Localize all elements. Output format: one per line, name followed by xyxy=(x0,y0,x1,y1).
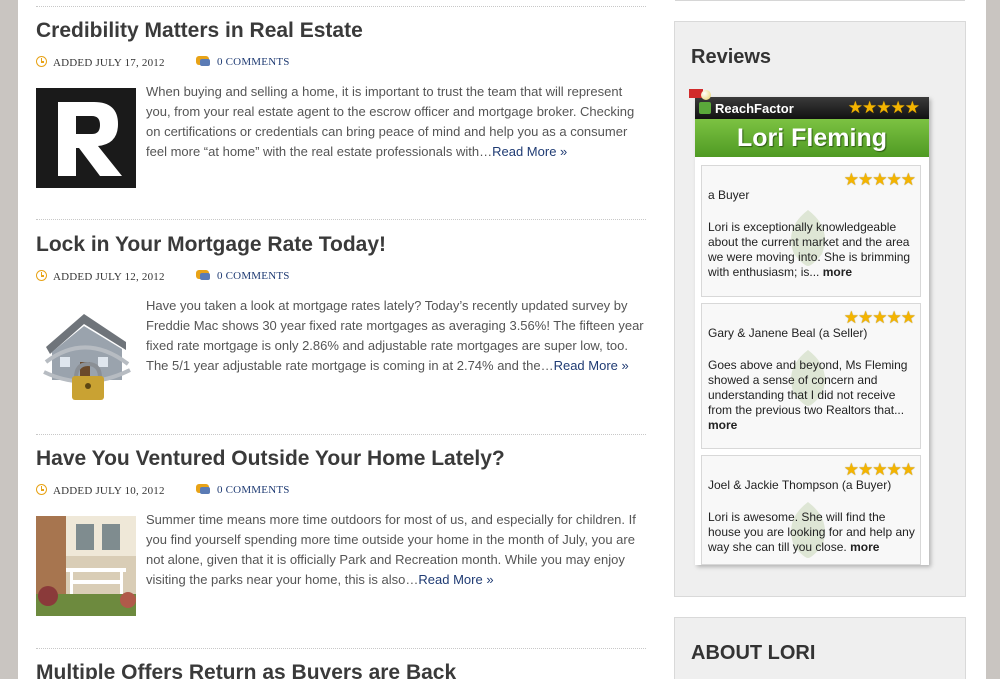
post-date: ADDED JULY 12, 2012 xyxy=(53,271,165,283)
review-text-body: Goes above and beyond, Ms Fleming showed… xyxy=(708,358,908,417)
comments-link[interactable]: 0 COMMENTS xyxy=(217,484,290,496)
comments-link[interactable]: 0 COMMENTS xyxy=(217,56,290,68)
post-meta: ADDED JULY 17, 2012 0 COMMENTS xyxy=(36,56,289,69)
reachfactor-logo-icon xyxy=(699,102,711,114)
review-text: Lori is exceptionally knowledgeable abou… xyxy=(708,220,916,280)
review-item: ★★★★★ Gary & Janene Beal (a Seller) Goes… xyxy=(701,303,921,449)
comment-bubble-icon xyxy=(196,484,210,494)
comment-bubble-icon xyxy=(196,56,210,66)
review-more-link[interactable]: more xyxy=(823,265,852,279)
comments-link[interactable]: 0 COMMENTS xyxy=(217,270,290,282)
review-text: Lori is awesome. She will find the house… xyxy=(708,510,916,555)
read-more-link[interactable]: Read More » xyxy=(492,144,567,159)
about-widget: ABOUT LORI xyxy=(674,617,966,679)
post-date: ADDED JULY 10, 2012 xyxy=(53,485,165,497)
post-separator xyxy=(36,648,646,649)
reachfactor-header: ReachFactor ★★★★★ xyxy=(695,97,929,119)
star-icon: ★★★★★ xyxy=(843,460,916,479)
widget-title: ABOUT LORI xyxy=(691,642,816,664)
clock-icon xyxy=(36,484,47,495)
post-title-link[interactable]: Lock in Your Mortgage Rate Today! xyxy=(36,232,646,258)
flag-ball-icon xyxy=(701,90,711,100)
blog-post: Have You Ventured Outside Your Home Late… xyxy=(36,446,646,616)
post-excerpt-text: Summer time means more time outdoors for… xyxy=(146,512,636,587)
post-excerpt: When buying and selling a home, it is im… xyxy=(146,82,646,162)
blog-post: Multiple Offers Return as Buyers are Bac… xyxy=(36,660,646,679)
reviews-widget: Reviews ReachFactor ★★★★★ Lori Fleming ★… xyxy=(674,21,966,597)
review-text-body: Lori is awesome. She will find the house… xyxy=(708,510,915,554)
post-meta: ADDED JULY 10, 2012 0 COMMENTS xyxy=(36,484,289,497)
post-title-link[interactable]: Have You Ventured Outside Your Home Late… xyxy=(36,446,646,472)
post-thumbnail-porch[interactable] xyxy=(36,516,136,616)
clock-icon xyxy=(36,56,47,67)
review-author: Joel & Jackie Thompson (a Buyer) xyxy=(708,478,892,492)
read-more-link[interactable]: Read More » xyxy=(418,572,493,587)
review-author: Gary & Janene Beal (a Seller) xyxy=(708,326,868,340)
star-icon: ★★★★★ xyxy=(847,98,920,117)
page-container: Credibility Matters in Real Estate ADDED… xyxy=(18,0,986,679)
post-title-link[interactable]: Credibility Matters in Real Estate xyxy=(36,18,646,44)
star-icon: ★★★★★ xyxy=(843,170,916,189)
review-list[interactable]: ★★★★★ a Buyer Lori is exceptionally know… xyxy=(701,165,921,565)
post-meta: ADDED JULY 12, 2012 0 COMMENTS xyxy=(36,270,289,283)
review-item: ★★★★★ Joel & Jackie Thompson (a Buyer) L… xyxy=(701,455,921,565)
post-excerpt: Summer time means more time outdoors for… xyxy=(146,510,646,590)
post-separator xyxy=(36,219,646,220)
read-more-link[interactable]: Read More » xyxy=(554,358,629,373)
sidebar-divider xyxy=(675,0,965,1)
review-item: ★★★★★ a Buyer Lori is exceptionally know… xyxy=(701,165,921,297)
post-excerpt: Have you taken a look at mortgage rates … xyxy=(146,296,646,376)
review-text: Goes above and beyond, Ms Fleming showed… xyxy=(708,358,916,433)
reachfactor-brand: ReachFactor xyxy=(715,101,794,116)
review-text-body: Lori is exceptionally knowledgeable abou… xyxy=(708,220,911,279)
post-thumbnail-realtor-logo[interactable] xyxy=(36,88,136,188)
post-thumbnail-locked-house[interactable] xyxy=(36,302,136,402)
widget-title: Reviews xyxy=(691,46,772,68)
post-separator xyxy=(36,6,646,7)
post-separator xyxy=(36,434,646,435)
review-more-link[interactable]: more xyxy=(708,418,737,432)
comment-bubble-icon xyxy=(196,270,210,280)
clock-icon xyxy=(36,270,47,281)
reachfactor-badge[interactable]: ReachFactor ★★★★★ Lori Fleming ★★★★★ a B… xyxy=(689,89,929,565)
review-author: a Buyer xyxy=(708,188,750,202)
post-title-link[interactable]: Multiple Offers Return as Buyers are Bac… xyxy=(36,660,646,679)
blog-post: Lock in Your Mortgage Rate Today! ADDED … xyxy=(36,232,646,402)
star-icon: ★★★★★ xyxy=(843,308,916,327)
post-date: ADDED JULY 17, 2012 xyxy=(53,57,165,69)
agent-name[interactable]: Lori Fleming xyxy=(695,119,929,157)
review-more-link[interactable]: more xyxy=(850,540,879,554)
blog-post: Credibility Matters in Real Estate ADDED… xyxy=(36,18,646,188)
